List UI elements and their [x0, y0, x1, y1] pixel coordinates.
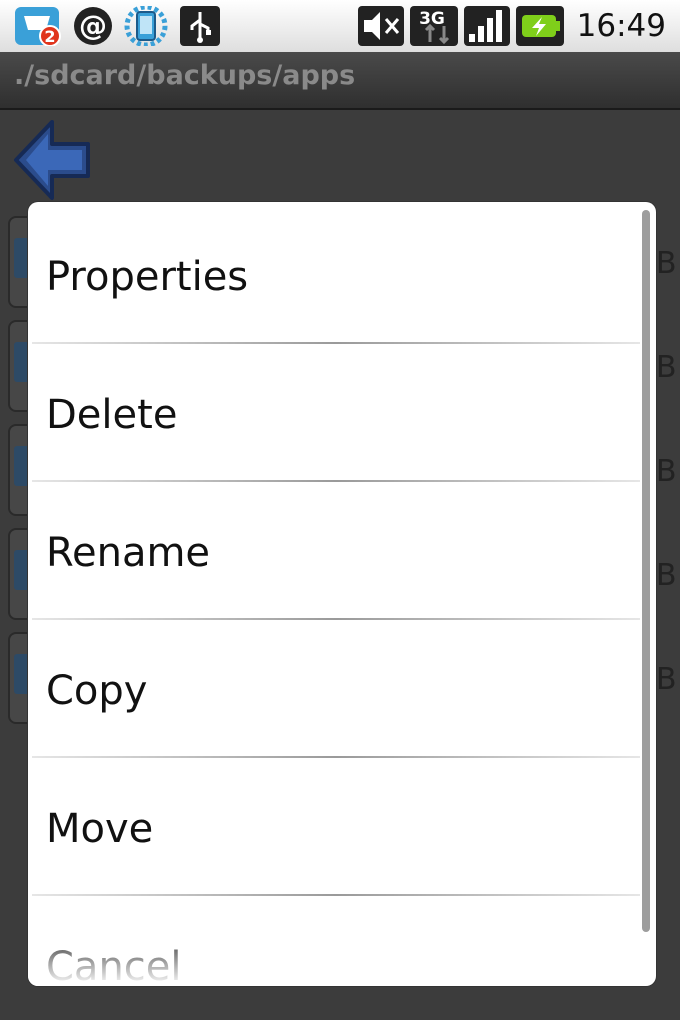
path-bar: ./sdcard/backups/apps — [0, 52, 680, 110]
menu-divider — [32, 894, 640, 896]
file-name-fragment: B — [656, 246, 677, 281]
status-bar: 2 @ 3G 16:49 — [0, 0, 680, 52]
menu-divider — [32, 756, 640, 758]
menu-item-properties[interactable]: Properties — [28, 208, 640, 344]
menu-divider — [32, 618, 640, 620]
menu-divider — [32, 480, 640, 482]
menu-item-label: Rename — [46, 530, 211, 576]
usb-icon — [180, 6, 220, 46]
menu-item-delete[interactable]: Delete — [28, 346, 640, 482]
back-arrow-icon[interactable] — [12, 118, 92, 202]
phone-sync-icon — [124, 6, 168, 46]
menu-item-cancel[interactable]: Cancel — [28, 898, 640, 986]
menu-divider — [32, 342, 640, 344]
menu-scrollbar[interactable] — [642, 210, 650, 932]
menu-item-label: Properties — [46, 254, 249, 300]
battery-charging-icon — [516, 6, 564, 46]
clock-time: 16:49 — [576, 8, 666, 44]
file-name-fragment: B — [656, 558, 677, 593]
file-name-fragment: B — [656, 662, 677, 697]
menu-item-copy[interactable]: Copy — [28, 622, 640, 758]
svg-text:@: @ — [79, 9, 107, 42]
menu-item-label: Cancel — [46, 944, 182, 986]
volume-muted-icon — [358, 6, 404, 46]
context-menu-dialog: Properties Delete Rename Copy Move Cance… — [28, 202, 656, 986]
notification-app-icon[interactable]: 2 — [14, 6, 64, 46]
file-name-fragment: B — [656, 454, 677, 489]
file-name-fragment: B — [656, 350, 677, 385]
menu-item-label: Copy — [46, 668, 148, 714]
menu-item-rename[interactable]: Rename — [28, 484, 640, 620]
current-path: ./sdcard/backups/apps — [14, 60, 356, 91]
signal-strength-icon — [464, 6, 510, 46]
network-3g-icon: 3G — [410, 6, 458, 46]
menu-item-label: Move — [46, 806, 154, 852]
menu-item-label: Delete — [46, 392, 178, 438]
notification-count: 2 — [44, 27, 55, 46]
menu-item-move[interactable]: Move — [28, 760, 640, 896]
email-at-icon: @ — [74, 7, 112, 45]
